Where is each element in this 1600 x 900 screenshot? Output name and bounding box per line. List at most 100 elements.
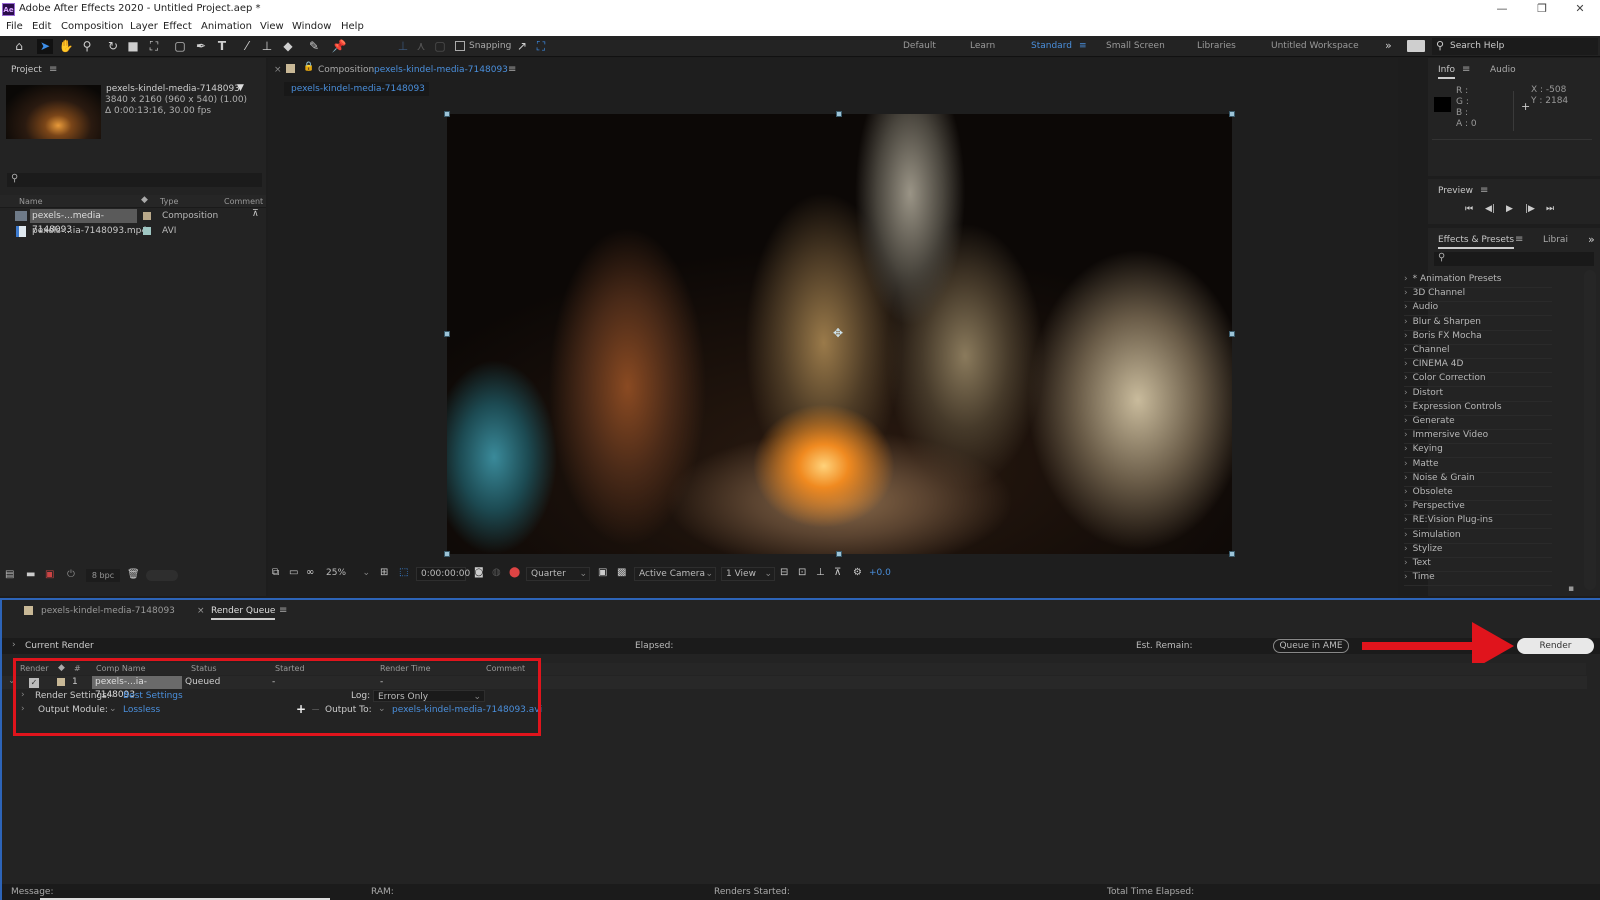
transform-handle[interactable] [444, 111, 450, 117]
transparency-grid-icon[interactable]: ▩ [617, 567, 626, 578]
info-menu-icon[interactable]: ≡ [1462, 64, 1470, 75]
menu-file[interactable]: File [6, 21, 23, 32]
region-of-interest-icon[interactable]: ▣ [598, 567, 607, 578]
channel-rgb-icon[interactable]: ⬤ [509, 567, 520, 578]
effects-category-item[interactable]: › RE:Vision Plug-ins [1404, 515, 1552, 530]
snap-grid-icon[interactable]: ⛶ [533, 39, 549, 54]
info-tab[interactable]: Info [1438, 65, 1456, 79]
more-panels-icon[interactable]: » [1588, 233, 1595, 246]
show-snapshot-icon[interactable]: ◍ [492, 567, 501, 578]
always-preview-icon[interactable]: ⧉ [272, 567, 279, 578]
transform-handle[interactable] [836, 111, 842, 117]
project-menu-icon[interactable]: ≡ [49, 64, 57, 75]
preview-tab[interactable]: Preview [1438, 186, 1473, 196]
effects-presets-tab[interactable]: Effects & Presets [1438, 235, 1515, 249]
project-tab[interactable]: Project [11, 65, 42, 75]
effects-scrollbar[interactable] [1584, 270, 1596, 590]
rotate-tool-icon[interactable]: ↻ [105, 39, 121, 54]
grid-guides-icon[interactable]: ⊞ [380, 567, 388, 578]
reset-exposure-icon[interactable]: ⚙ [853, 567, 862, 578]
world-axis-icon[interactable]: ⋏ [413, 39, 429, 54]
snapshot-camera-icon[interactable]: ◙ [474, 567, 484, 578]
preview-menu-icon[interactable]: ≡ [1480, 185, 1488, 196]
close-tab-icon[interactable]: × [274, 65, 282, 75]
expand-chevron-icon[interactable]: › [12, 640, 16, 650]
libraries-tab[interactable]: Librai [1543, 235, 1568, 245]
more-workspaces-icon[interactable]: » [1385, 39, 1392, 52]
view-layout-dropdown[interactable]: 1 View ⌄ [721, 567, 775, 581]
audio-tab[interactable]: Audio [1490, 65, 1516, 75]
effects-category-item[interactable]: › Blur & Sharpen [1404, 317, 1552, 331]
comp-flowchart-icon[interactable]: ⊼ [834, 567, 841, 578]
effects-category-item[interactable]: › Perspective [1404, 501, 1552, 516]
brush-tool-icon[interactable]: ⁄ [239, 39, 255, 54]
transform-handle[interactable] [1229, 331, 1235, 337]
effects-category-item[interactable]: › Stylize [1404, 544, 1552, 558]
item-dropdown-icon[interactable]: ▼ [237, 83, 244, 93]
exposure-value[interactable]: +0.0 [869, 568, 891, 578]
effects-category-item[interactable]: › Obsolete [1404, 487, 1552, 501]
rectangle-tool-icon[interactable]: ▢ [172, 39, 188, 54]
render-queue-tab[interactable]: Render Queue [211, 606, 276, 620]
project-item-row[interactable]: pexels-...media-7148093 Composition ⊼ [0, 209, 266, 235]
selection-tool-icon[interactable]: ➤ [37, 39, 53, 54]
workspace-learn[interactable]: Learn [970, 41, 995, 51]
comp-panel-name[interactable]: pexels-kindel-media-7148093 [374, 65, 508, 75]
hand-tool-icon[interactable]: ✋ [58, 39, 74, 54]
workspace-untitled[interactable]: Untitled Workspace [1271, 41, 1359, 51]
effects-category-item[interactable]: › Text [1404, 558, 1552, 572]
menu-effect[interactable]: Effect [163, 21, 192, 32]
transform-handle[interactable] [444, 551, 450, 557]
comp-viewer-tab[interactable]: pexels-kindel-media-7148093 [284, 82, 429, 96]
menu-composition[interactable]: Composition [61, 21, 123, 32]
effects-category-item[interactable]: › Color Correction [1404, 373, 1552, 388]
menu-edit[interactable]: Edit [32, 21, 51, 32]
effects-category-item[interactable]: › Noise & Grain [1404, 473, 1552, 487]
next-frame-icon[interactable]: |▶ [1525, 204, 1535, 214]
menu-layer[interactable]: Layer [130, 21, 158, 32]
render-queue-menu-icon[interactable]: ≡ [279, 605, 287, 616]
timeline-tab[interactable]: pexels-kindel-media-7148093 [41, 606, 175, 616]
queue-in-ame-button[interactable]: Queue in AME [1273, 639, 1349, 653]
workspace-standard[interactable]: Standard [1031, 41, 1072, 51]
project-scroll-slider[interactable] [146, 570, 178, 581]
camera-view-dropdown[interactable]: Active Camera ⌄ [634, 567, 716, 581]
effects-category-item[interactable]: › Audio [1404, 302, 1552, 317]
effects-category-item[interactable]: › Matte [1404, 459, 1552, 473]
resolution-dropdown[interactable]: Quarter ⌄ [526, 567, 590, 581]
transform-handle[interactable] [836, 551, 842, 557]
menu-view[interactable]: View [260, 21, 284, 32]
pen-tool-icon[interactable]: ✒ [193, 39, 209, 54]
local-axis-icon[interactable]: ⊥ [395, 39, 411, 54]
effects-category-item[interactable]: › Channel [1404, 345, 1552, 359]
trash-icon[interactable]: 🗑 [127, 569, 140, 580]
previous-frame-icon[interactable]: ◀| [1485, 204, 1495, 214]
effects-category-item[interactable]: › 3D Channel [1404, 288, 1552, 303]
effects-category-item[interactable]: › * Animation Presets [1404, 274, 1552, 288]
puppet-pin-tool-icon[interactable]: 📌 [331, 39, 347, 54]
play-icon[interactable]: ▶ [1506, 204, 1513, 214]
interpret-footage-icon[interactable]: ▤ [5, 569, 14, 580]
flowchart-icon[interactable]: ⊼ [252, 209, 259, 219]
camera-tool-icon[interactable]: ■ [125, 39, 141, 54]
new-bin-icon[interactable]: ▪ [1568, 584, 1574, 594]
lock-icon[interactable]: 🔒 [303, 62, 314, 72]
close-tab-icon[interactable]: × [197, 606, 205, 616]
project-settings-icon[interactable]: ⏻ [67, 569, 75, 580]
workspace-default[interactable]: Default [903, 41, 936, 51]
last-frame-icon[interactable]: ⏭ [1546, 204, 1554, 214]
menu-animation[interactable]: Animation [201, 21, 252, 32]
effects-category-item[interactable]: › CINEMA 4D [1404, 359, 1552, 374]
zoom-tool-icon[interactable]: ⚲ [79, 39, 95, 54]
home-icon[interactable]: ⌂ [11, 39, 27, 54]
col-comment[interactable]: Comment [224, 197, 263, 206]
vr-icon[interactable]: ∞ [306, 567, 314, 578]
close-button[interactable]: ✕ [1560, 0, 1600, 19]
effects-menu-icon[interactable]: ≡ [1515, 234, 1523, 245]
effects-category-item[interactable]: › Distort [1404, 388, 1552, 402]
transform-handle[interactable] [1229, 111, 1235, 117]
new-folder-icon[interactable]: ▬ [26, 569, 35, 580]
first-frame-icon[interactable]: ⏮ [1465, 204, 1473, 214]
anchor-point-icon[interactable]: ✥ [833, 326, 843, 340]
effects-category-item[interactable]: › Keying [1404, 444, 1552, 459]
